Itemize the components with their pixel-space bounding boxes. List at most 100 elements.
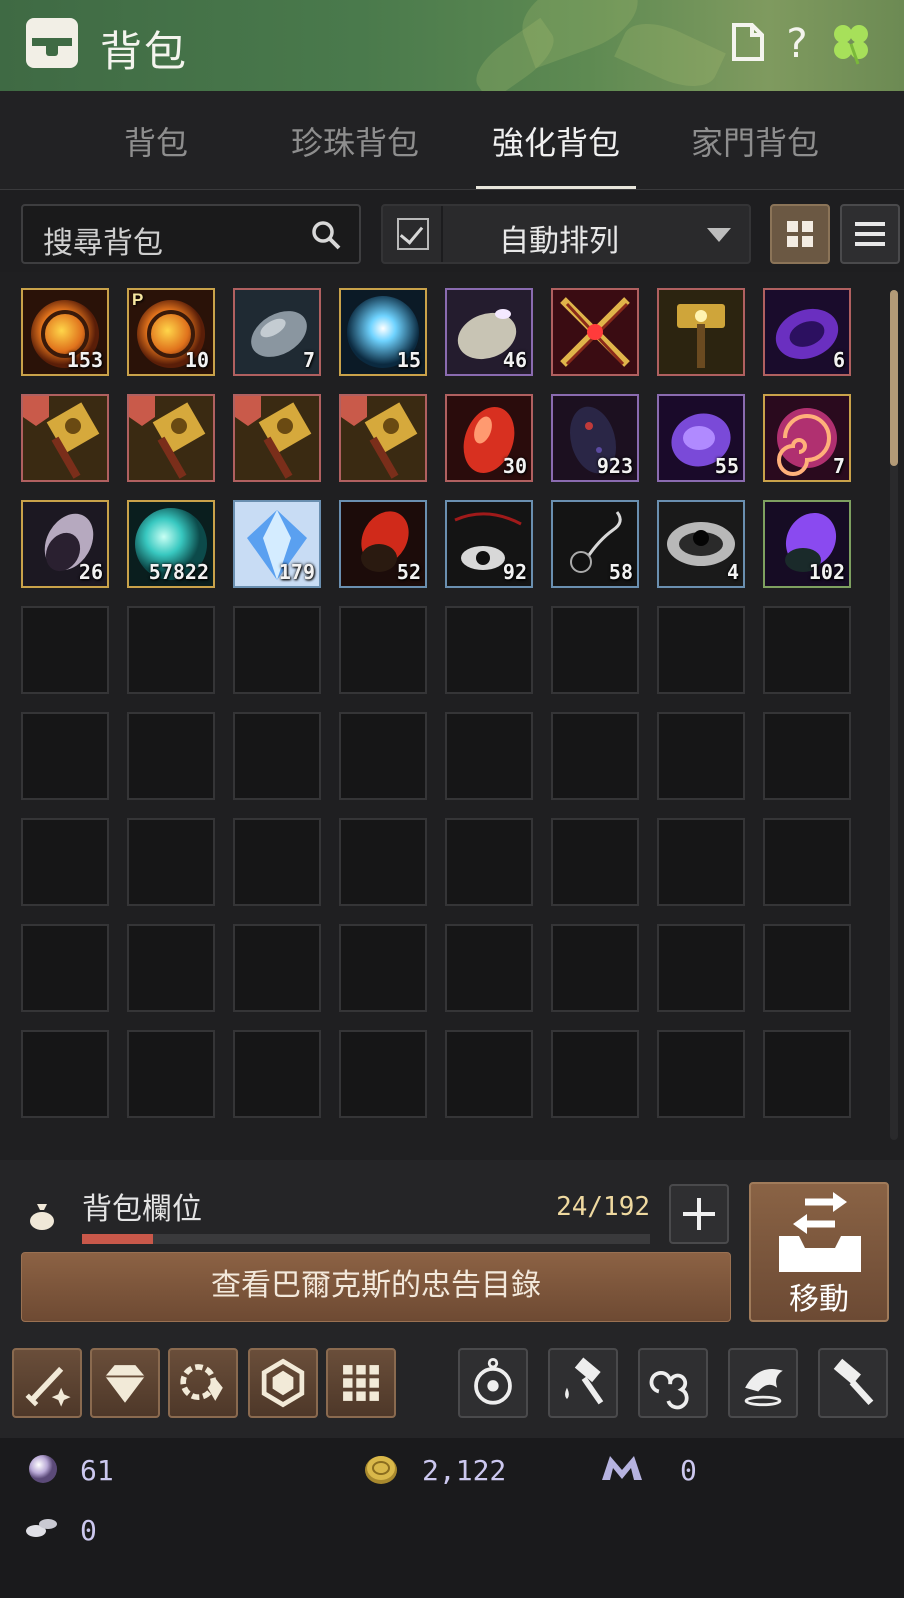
cycle-shard-button[interactable] <box>168 1348 238 1418</box>
empty-slot[interactable] <box>233 924 321 1012</box>
inventory-item-slot[interactable]: 46 <box>445 288 533 376</box>
compass-button[interactable] <box>458 1348 528 1418</box>
empty-slot[interactable] <box>21 606 109 694</box>
empty-slot[interactable] <box>657 712 745 800</box>
empty-slot[interactable] <box>763 924 851 1012</box>
inventory-item-slot[interactable]: 15 <box>339 288 427 376</box>
expand-capacity-button[interactable] <box>669 1184 729 1244</box>
inventory-item-slot[interactable] <box>339 394 427 482</box>
document-icon[interactable] <box>730 22 766 66</box>
move-button[interactable]: 移動 <box>749 1182 889 1322</box>
inventory-item-slot[interactable]: 4 <box>657 500 745 588</box>
inventory-item-slot[interactable]: 30 <box>445 394 533 482</box>
inventory-grid: 153 P 10 7 15 46 6 30 923 55 7 26 57822 179 52 92 58 4 102 <box>0 272 904 1160</box>
empty-slot[interactable] <box>233 712 321 800</box>
hammer-button[interactable] <box>818 1348 888 1418</box>
inventory-item-slot[interactable]: P 10 <box>127 288 215 376</box>
empty-slot[interactable] <box>551 924 639 1012</box>
item-count: 10 <box>184 348 209 372</box>
hex-gem-button[interactable] <box>248 1348 318 1418</box>
list-view-button[interactable] <box>840 204 900 264</box>
empty-slot[interactable] <box>21 1030 109 1118</box>
inventory-item-slot[interactable]: 102 <box>763 500 851 588</box>
empty-slot[interactable] <box>21 712 109 800</box>
empty-slot[interactable] <box>339 924 427 1012</box>
auto-sort-dropdown[interactable]: 自動排列 <box>381 204 751 264</box>
empty-slot[interactable] <box>127 712 215 800</box>
empty-slot[interactable] <box>763 712 851 800</box>
search-input[interactable]: 搜尋背包 <box>21 204 361 264</box>
inventory-item-slot[interactable]: 57822 <box>127 500 215 588</box>
empty-slot[interactable] <box>445 1030 533 1118</box>
inventory-item-slot[interactable]: 58 <box>551 500 639 588</box>
dolphin-button[interactable] <box>728 1348 798 1418</box>
crow-coin-icon <box>26 1519 57 1537</box>
empty-slot[interactable] <box>127 818 215 906</box>
item-count: 923 <box>596 454 633 478</box>
inventory-item-slot[interactable]: 7 <box>763 394 851 482</box>
item-count: 179 <box>278 560 315 584</box>
empty-slot[interactable] <box>233 1030 321 1118</box>
item-count: 55 <box>714 454 739 478</box>
empty-slot[interactable] <box>127 606 215 694</box>
tab-family-inventory[interactable]: 家門背包 <box>675 118 835 164</box>
tab-enhance-inventory[interactable]: 強化背包 <box>476 118 636 164</box>
empty-slot[interactable] <box>339 818 427 906</box>
empty-slot[interactable] <box>551 712 639 800</box>
empty-slot[interactable] <box>339 606 427 694</box>
empty-slot[interactable] <box>233 818 321 906</box>
title-bar: 背包 ? <box>0 0 904 92</box>
empty-slot[interactable] <box>445 712 533 800</box>
inventory-item-slot[interactable]: 179 <box>233 500 321 588</box>
empty-slot[interactable] <box>21 924 109 1012</box>
diamond-button[interactable] <box>90 1348 160 1418</box>
item-count: 58 <box>608 560 633 584</box>
empty-slot[interactable] <box>763 818 851 906</box>
inventory-item-slot[interactable] <box>551 288 639 376</box>
inventory-item-slot[interactable]: 923 <box>551 394 639 482</box>
inventory-item-slot[interactable]: 55 <box>657 394 745 482</box>
empty-slot[interactable] <box>127 924 215 1012</box>
empty-slot[interactable] <box>339 1030 427 1118</box>
inventory-item-slot[interactable] <box>127 394 215 482</box>
inventory-item-slot[interactable]: 6 <box>763 288 851 376</box>
hammer-drop-button[interactable] <box>548 1348 618 1418</box>
empty-slot[interactable] <box>657 606 745 694</box>
hammer-drop-icon <box>565 1357 604 1405</box>
empty-slot[interactable] <box>233 606 321 694</box>
empty-slot[interactable] <box>445 924 533 1012</box>
empty-slot[interactable] <box>763 1030 851 1118</box>
empty-slot[interactable] <box>657 818 745 906</box>
empty-slot[interactable] <box>551 606 639 694</box>
empty-slot[interactable] <box>445 818 533 906</box>
empty-slot[interactable] <box>763 606 851 694</box>
empty-slot[interactable] <box>445 606 533 694</box>
empty-slot[interactable] <box>21 818 109 906</box>
auto-sort-checkbox[interactable] <box>397 218 429 250</box>
inventory-item-slot[interactable]: 153 <box>21 288 109 376</box>
empty-slot[interactable] <box>551 1030 639 1118</box>
empty-slot[interactable] <box>657 924 745 1012</box>
inventory-item-slot[interactable]: 7 <box>233 288 321 376</box>
inventory-item-slot[interactable]: 52 <box>339 500 427 588</box>
empty-slot[interactable] <box>127 1030 215 1118</box>
bartali-advice-button[interactable]: 查看巴爾克斯的忠告目錄 <box>21 1252 731 1322</box>
inventory-item-slot[interactable]: 92 <box>445 500 533 588</box>
help-icon[interactable]: ? <box>782 22 812 66</box>
inventory-item-slot[interactable] <box>657 288 745 376</box>
tab-inventory[interactable]: 背包 <box>76 118 236 164</box>
scrollbar-thumb[interactable] <box>890 290 898 466</box>
grid-button[interactable] <box>326 1348 396 1418</box>
empty-slot[interactable] <box>551 818 639 906</box>
inventory-item-slot[interactable]: 26 <box>21 500 109 588</box>
inventory-item-slot[interactable] <box>21 394 109 482</box>
inventory-item-slot[interactable] <box>233 394 321 482</box>
sword-sparkle-button[interactable] <box>12 1348 82 1418</box>
empty-slot[interactable] <box>657 1030 745 1118</box>
empty-slot[interactable] <box>339 712 427 800</box>
tab-pearl-inventory[interactable]: 珍珠背包 <box>275 118 435 164</box>
clover-icon[interactable] <box>826 22 876 66</box>
capacity-bar-fill <box>82 1234 153 1244</box>
grid-view-button[interactable] <box>770 204 830 264</box>
swirl-button[interactable] <box>638 1348 708 1418</box>
